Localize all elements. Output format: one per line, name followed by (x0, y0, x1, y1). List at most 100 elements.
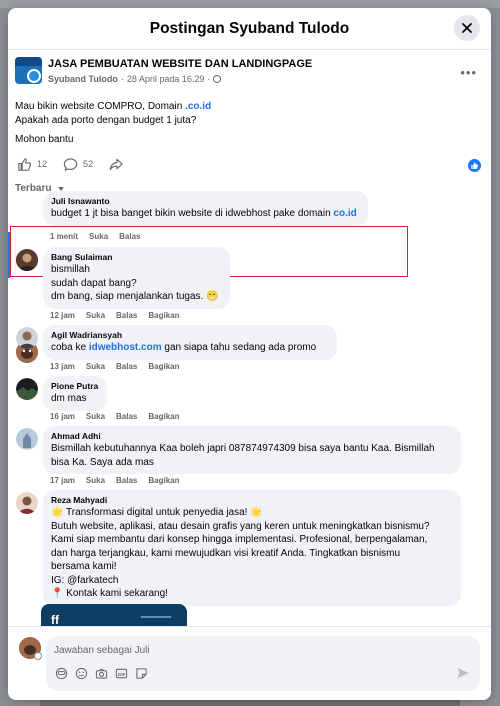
comment-image-thumbnail[interactable]: ff (41, 604, 187, 626)
share-arrow-icon (109, 158, 123, 170)
sticker-button[interactable] (134, 666, 148, 680)
reply-composer: GIF (8, 626, 491, 700)
comment-line: dm bang, siap menjalankan tugas. 😁 (51, 291, 219, 302)
comment-text-body: budget 1 jt bisa banget bikin website di… (51, 208, 334, 219)
sort-label: Terbaru (15, 183, 52, 194)
comment-like-button[interactable]: Suka (86, 412, 105, 421)
comment-author[interactable]: Pione Putra (51, 380, 99, 392)
post-scroll-area[interactable]: JASA PEMBUATAN WEBSITE DAN LANDINGPAGE S… (8, 51, 491, 626)
comment-reply-button[interactable]: Balas (116, 311, 137, 320)
reply-input[interactable] (54, 642, 434, 658)
profile-switch-icon[interactable] (34, 652, 42, 660)
page-avatar[interactable] (15, 57, 42, 84)
comment-line: dan harga terjangkau, kami mewujudkan vi… (51, 547, 401, 559)
comment-time[interactable]: 12 jam (50, 311, 75, 320)
send-icon (457, 668, 469, 678)
close-icon (462, 23, 472, 33)
meta-separator: · (120, 74, 124, 84)
page-name[interactable]: JASA PEMBUATAN WEBSITE DAN LANDINGPAGE (48, 58, 312, 70)
like-reaction-badge[interactable] (468, 158, 481, 172)
comment-share-button[interactable]: Bagikan (148, 362, 179, 371)
camera-button[interactable] (94, 666, 108, 680)
like-action[interactable]: 12 (17, 157, 47, 172)
avatar-ball (27, 69, 41, 83)
comment-reply-button[interactable]: Balas (116, 412, 137, 421)
avatar[interactable] (16, 249, 38, 271)
gif-icon: GIF (115, 668, 127, 678)
avatar[interactable] (16, 428, 38, 450)
avatar[interactable] (16, 378, 38, 400)
sticker-icon (135, 667, 147, 679)
comment-line: bersama kami! (51, 561, 117, 572)
comment-share-button[interactable]: Bagikan (148, 476, 179, 485)
comment-author[interactable]: Reza Mahyadi (51, 494, 453, 506)
comment-author[interactable]: Agil Wadriansyah (51, 329, 329, 341)
avatar-person-icon (16, 249, 38, 271)
post-line-3: Mohon bantu (15, 134, 74, 145)
like-badge-icon (471, 161, 478, 169)
comment-bubble: Agil Wadriansyah coba ke idwebhost.com g… (43, 325, 337, 360)
comment-line: Kami siap membantu dari konsep hingga im… (51, 534, 428, 545)
comment-text: dm mas (51, 393, 87, 404)
reply-box: GIF (46, 636, 480, 691)
comment-bubble: Reza Mahyadi 🌟 Transformasi digital untu… (43, 490, 461, 606)
comment-like-button[interactable]: Suka (86, 362, 105, 371)
avatar-stripe (15, 57, 42, 66)
post-link[interactable]: .co.id (185, 101, 211, 112)
comment-author[interactable]: Juli Isnawanto (51, 195, 360, 207)
comment-text: coba ke idwebhost.com gan siapa tahu sed… (51, 341, 329, 355)
comment-reply-button[interactable]: Balas (116, 476, 137, 485)
comment-bubble: Pione Putra dm mas (43, 376, 107, 411)
backdrop-top (0, 0, 500, 8)
modal-header: Postingan Syuband Tulodo (8, 8, 491, 50)
post-actions: 12 52 (8, 155, 491, 179)
comment-line: bisa Ka. Saya ada mas (51, 456, 154, 468)
share-action[interactable] (108, 157, 124, 172)
meta-separator-2: · (207, 74, 211, 84)
emoji-button[interactable] (74, 666, 88, 680)
send-button[interactable] (456, 666, 470, 680)
avatar[interactable] (16, 327, 38, 349)
avatar-landscape-icon (16, 378, 38, 400)
avatar-sticker-button[interactable] (54, 666, 68, 680)
comment-actions: 13 jam Suka Balas Bagikan (50, 362, 180, 371)
image-logo-icon: ff (51, 613, 171, 626)
comment-author[interactable]: Bang Sulaiman (51, 251, 222, 263)
avatar[interactable] (16, 492, 38, 514)
comment-time[interactable]: 16 jam (50, 412, 75, 421)
comment-action[interactable]: 52 (63, 157, 93, 172)
post-date[interactable]: 28 April pada 16.29 (127, 74, 205, 84)
comment-line: 🌟 Transformasi digital untuk penyedia ja… (51, 507, 263, 518)
comment-link[interactable]: co.id (333, 208, 356, 219)
comment-like-button[interactable]: Suka (86, 476, 105, 485)
comment-line: 📍 Kontak kami sekarang! (51, 588, 168, 599)
comment-link[interactable]: idwebhost.com (89, 342, 162, 353)
comment-like-button[interactable]: Suka (86, 311, 105, 320)
comment-text-body: coba ke (51, 342, 89, 353)
svg-text:GIF: GIF (117, 671, 125, 676)
reply-tools: GIF (54, 666, 148, 680)
avatar-sticker-icon (55, 667, 67, 679)
comment-bubble-icon (63, 157, 78, 171)
comment-time[interactable]: 13 jam (50, 362, 75, 371)
comment-line: IG: @farkatech (51, 574, 119, 586)
comment-share-button[interactable]: Bagikan (148, 412, 179, 421)
post-line-1-text: Mau bikin website COMPRO, Domain (15, 101, 186, 112)
comment-share-button[interactable]: Bagikan (148, 311, 179, 320)
more-options-button[interactable]: ••• (460, 65, 477, 80)
comment-reply-button[interactable]: Balas (116, 362, 137, 371)
close-button[interactable] (454, 15, 480, 41)
post-author[interactable]: Syuband Tulodo (48, 74, 118, 84)
post-line-1: Mau bikin website COMPRO, Domain .co.id (15, 100, 484, 114)
comment-actions: 17 jam Suka Balas Bagikan (50, 476, 180, 485)
avatar-person-icon (16, 327, 38, 349)
comment-text: budget 1 jt bisa banget bikin website di… (51, 207, 360, 221)
comment-line: Bismillah kebutuhannya Kaa boleh japri 0… (51, 443, 435, 454)
post-meta: Syuband Tulodo · 28 April pada 16.29 · (48, 74, 222, 84)
comment-time[interactable]: 17 jam (50, 476, 75, 485)
post-header: JASA PEMBUATAN WEBSITE DAN LANDINGPAGE S… (8, 57, 491, 95)
emoji-icon (75, 667, 87, 679)
gif-button[interactable]: GIF (114, 666, 128, 680)
comment-author[interactable]: Ahmad Adhi (51, 430, 453, 442)
thumbs-up-icon (18, 157, 32, 171)
